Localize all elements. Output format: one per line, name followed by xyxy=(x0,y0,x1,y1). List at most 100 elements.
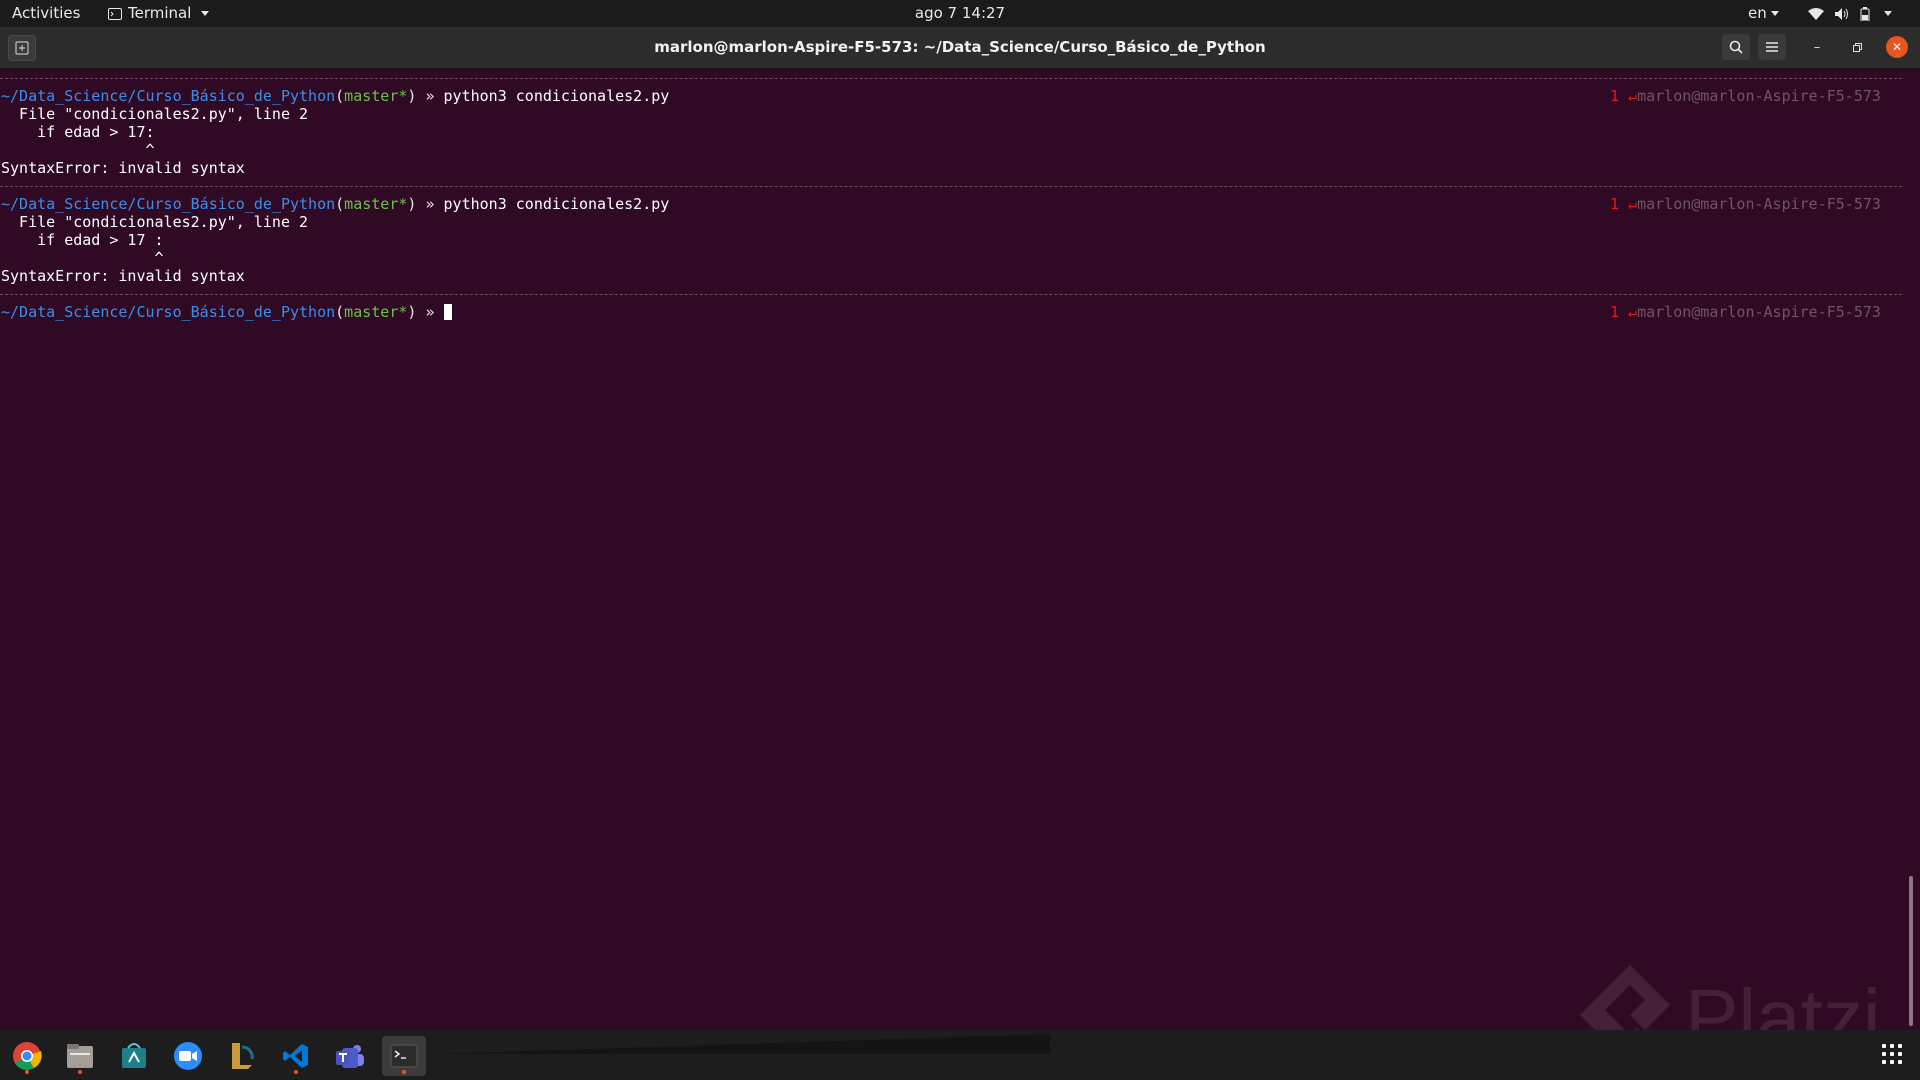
app-store-icon xyxy=(122,1043,146,1068)
prompt-branch-open: ( xyxy=(335,303,345,321)
vscode-icon xyxy=(283,1044,308,1068)
prompt-branch: master* xyxy=(344,303,408,321)
dock-teams[interactable] xyxy=(328,1036,372,1076)
chevron-down-icon xyxy=(1770,11,1779,16)
chrome-icon xyxy=(13,1042,42,1070)
prompt-branch-open: ( xyxy=(335,195,345,213)
prompt-branch-open: ( xyxy=(335,87,345,105)
minimize-button[interactable]: – xyxy=(1806,36,1828,58)
chevron-down-icon xyxy=(201,11,210,16)
running-indicator xyxy=(78,1070,82,1074)
hamburger-menu-button[interactable] xyxy=(1758,34,1786,60)
running-indicator xyxy=(402,1070,406,1074)
output-line: SyntaxError: invalid syntax xyxy=(1,159,245,177)
league-client-icon xyxy=(232,1043,254,1069)
search-button[interactable] xyxy=(1722,34,1750,60)
grid-dot xyxy=(1882,1044,1886,1048)
search-icon xyxy=(1729,40,1743,54)
terminal-output[interactable]: ~/Data_Science/Curso_Básico_de_Python(ma… xyxy=(0,69,1920,1029)
terminal-scrollbar[interactable] xyxy=(1909,876,1913,1026)
command-text: python3 condicionales2.py xyxy=(443,87,670,105)
text-cursor xyxy=(443,304,452,320)
output-line: SyntaxError: invalid syntax xyxy=(1,267,245,285)
running-indicator xyxy=(294,1070,298,1074)
close-icon: ✕ xyxy=(1891,40,1903,54)
output-line: File "condicionales2.py", line 2 xyxy=(1,105,309,123)
right-prompt: 1 ↵marlon@marlon-Aspire-F5-573 xyxy=(1610,87,1881,105)
output-line: if edad > 17 : xyxy=(1,231,164,249)
activities-button[interactable]: Activities xyxy=(12,0,80,27)
running-indicator xyxy=(25,1070,29,1074)
dock-chrome[interactable] xyxy=(5,1036,49,1076)
prompt-path: ~/Data_Science/Curso_Básico_de_Python xyxy=(1,87,336,105)
battery-icon xyxy=(1860,6,1870,21)
grid-dot xyxy=(1882,1052,1886,1056)
prompt-arrow: » xyxy=(416,87,444,105)
dock-files[interactable] xyxy=(58,1036,102,1076)
close-button[interactable]: ✕ xyxy=(1886,36,1908,58)
system-tray[interactable] xyxy=(1808,0,1892,27)
new-tab-icon xyxy=(15,41,29,55)
prompt-arrow: » xyxy=(416,195,444,213)
restore-icon xyxy=(1852,42,1862,52)
dock-league-client[interactable] xyxy=(220,1036,264,1076)
terminal-icon xyxy=(390,1044,418,1068)
zoom-icon xyxy=(174,1042,202,1070)
exit-code: 1 xyxy=(1610,195,1620,213)
prompt-separator xyxy=(0,186,1902,187)
new-tab-button[interactable] xyxy=(8,35,36,61)
prompt-separator xyxy=(0,78,1902,79)
return-arrow-icon: ↵ xyxy=(1628,195,1638,213)
prompt-path: ~/Data_Science/Curso_Básico_de_Python xyxy=(1,195,336,213)
teams-icon xyxy=(336,1045,364,1068)
prompt-line: ~/Data_Science/Curso_Básico_de_Python(ma… xyxy=(1,87,669,105)
prompt-branch: master* xyxy=(344,195,408,213)
grid-dot xyxy=(1882,1060,1886,1064)
output-line: File "condicionales2.py", line 2 xyxy=(1,213,309,231)
output-line: if edad > 17: xyxy=(1,123,155,141)
exit-code: 1 xyxy=(1610,303,1620,321)
current-prompt-line[interactable]: ~/Data_Science/Curso_Básico_de_Python(ma… xyxy=(1,303,452,321)
grid-dot xyxy=(1898,1060,1902,1064)
prompt-arrow: » xyxy=(416,303,444,321)
output-line: ^ xyxy=(1,141,155,159)
terminal-header-bar: marlon@marlon-Aspire-F5-573: ~/Data_Scie… xyxy=(0,27,1920,69)
chevron-down-icon xyxy=(1884,11,1892,16)
show-applications-button[interactable] xyxy=(1880,1042,1904,1066)
files-icon xyxy=(67,1044,93,1068)
prompt-branch: master* xyxy=(344,87,408,105)
exit-code: 1 xyxy=(1610,87,1620,105)
grid-dot xyxy=(1898,1052,1902,1056)
app-menu-label: Terminal xyxy=(128,4,192,22)
prompt-host: marlon@marlon-Aspire-F5-573 xyxy=(1637,303,1881,321)
dock-vscode[interactable] xyxy=(274,1036,318,1076)
dock-app-store[interactable] xyxy=(112,1036,156,1076)
right-prompt: 1 ↵marlon@marlon-Aspire-F5-573 xyxy=(1610,195,1881,213)
prompt-host: marlon@marlon-Aspire-F5-573 xyxy=(1637,195,1881,213)
volume-icon xyxy=(1835,7,1848,20)
grid-dot xyxy=(1890,1060,1894,1064)
return-arrow-icon: ↵ xyxy=(1628,87,1638,105)
grid-dot xyxy=(1890,1052,1894,1056)
dock-zoom[interactable] xyxy=(166,1036,210,1076)
output-line: ^ xyxy=(1,249,164,267)
right-prompt: 1 ↵marlon@marlon-Aspire-F5-573 xyxy=(1610,303,1881,321)
language-selector[interactable]: en xyxy=(1748,0,1779,27)
terminal-app-icon xyxy=(108,7,122,20)
prompt-separator xyxy=(0,294,1902,295)
command-text: python3 condicionales2.py xyxy=(443,195,670,213)
app-menu[interactable]: Terminal xyxy=(108,0,210,27)
return-arrow-icon: ↵ xyxy=(1628,303,1638,321)
language-label: en xyxy=(1748,4,1767,22)
clock[interactable]: ago 7 14:27 xyxy=(915,4,1005,22)
top-bar: Activities Terminal ago 7 14:27 en xyxy=(0,0,1920,27)
wifi-icon xyxy=(1808,7,1824,20)
prompt-host: marlon@marlon-Aspire-F5-573 xyxy=(1637,87,1881,105)
prompt-path: ~/Data_Science/Curso_Básico_de_Python xyxy=(1,303,336,321)
window-title: marlon@marlon-Aspire-F5-573: ~/Data_Scie… xyxy=(654,38,1266,56)
dock-terminal[interactable] xyxy=(382,1036,426,1076)
grid-dot xyxy=(1890,1044,1894,1048)
restore-button[interactable] xyxy=(1846,36,1868,58)
prompt-line: ~/Data_Science/Curso_Básico_de_Python(ma… xyxy=(1,195,669,213)
minimize-icon: – xyxy=(1813,39,1821,55)
